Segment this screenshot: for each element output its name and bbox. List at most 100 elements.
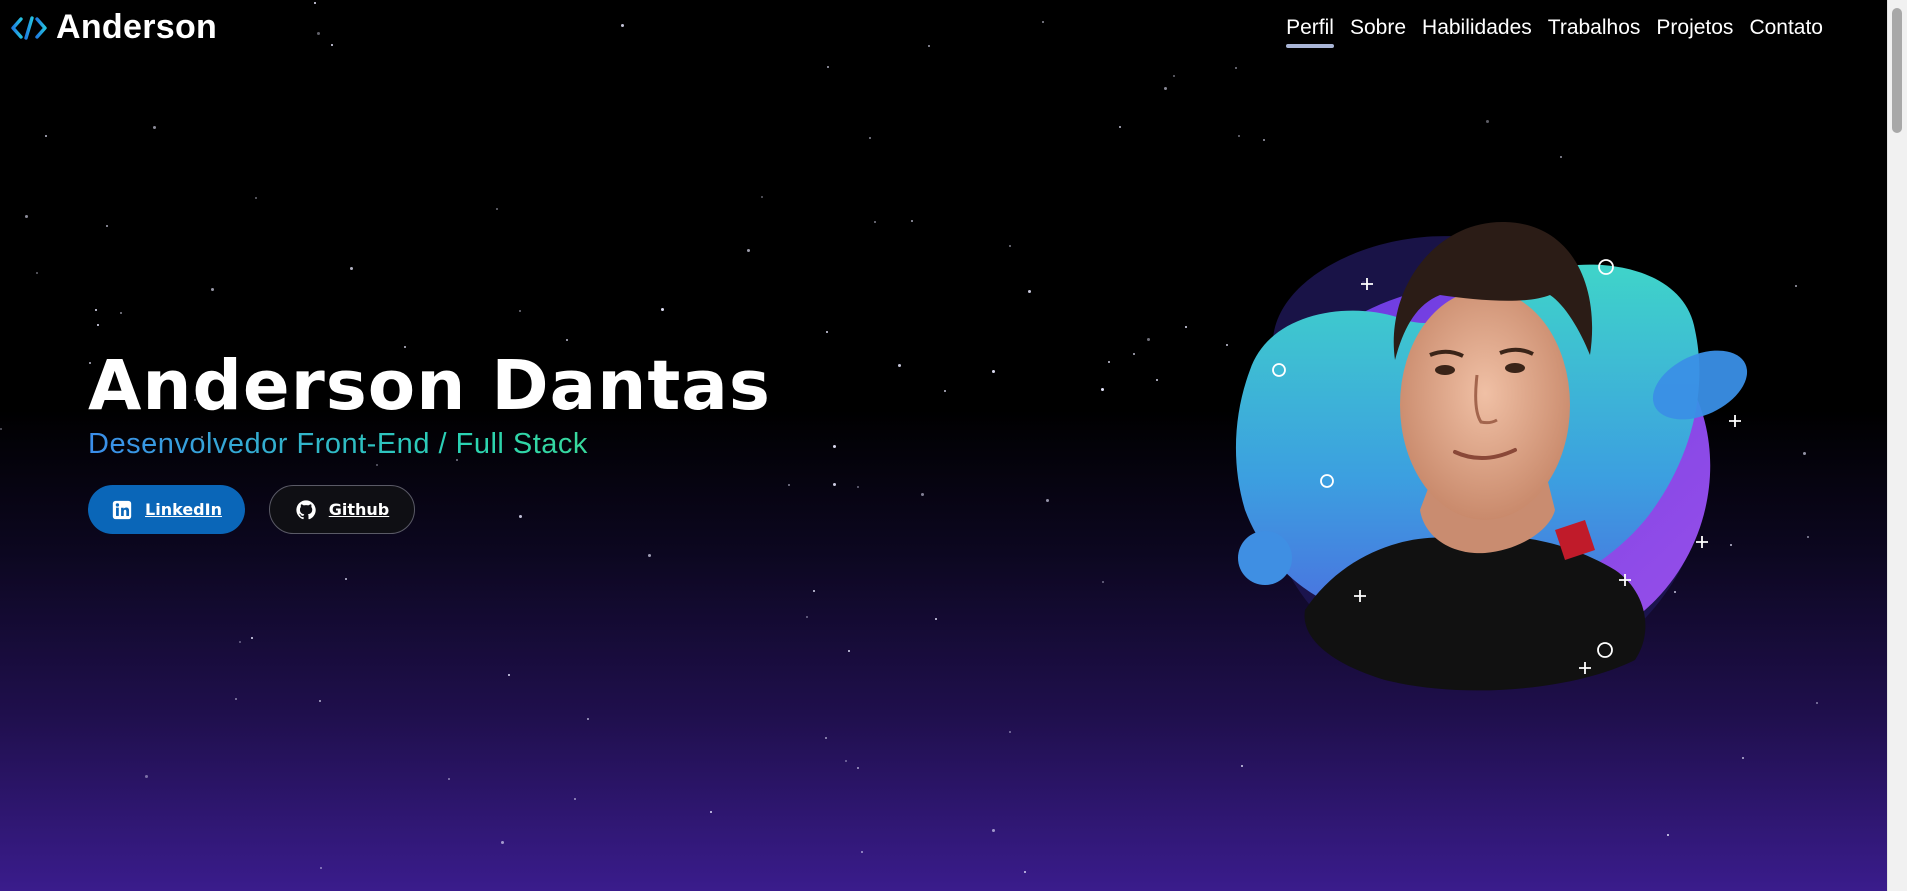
star-dot [153,126,156,129]
linkedin-button-label: LinkedIn [145,500,222,520]
star-dot [1816,702,1818,704]
star-dot [1024,871,1026,873]
main-menu: Perfil Sobre Habilidades Trabalhos Proje… [1286,16,1823,48]
profile-blob-art [1235,221,1748,691]
star-dot [833,445,836,448]
star-dot [145,775,148,778]
nav-link-habilidades[interactable]: Habilidades [1422,16,1532,48]
star-dot [747,249,750,252]
star-dot [1263,139,1265,141]
star-dot [1742,757,1744,759]
star-dot [992,370,995,373]
star-dot [1147,338,1150,341]
star-dot [97,324,99,326]
star-dot [106,225,108,227]
star-dot [251,637,253,639]
star-dot [848,650,850,652]
star-dot [1156,379,1158,381]
star-dot [1133,353,1135,355]
star-dot [1235,67,1237,69]
nav-link-perfil[interactable]: Perfil [1286,16,1334,48]
nav-link-contato[interactable]: Contato [1749,16,1823,48]
star-dot [1119,126,1121,128]
star-dot [1185,326,1187,328]
profile-illustration [1215,210,1760,710]
brand-name: Anderson [56,8,218,46]
star-dot [788,484,790,486]
star-dot [861,851,863,853]
star-dot [1241,765,1243,767]
github-button-label: Github [328,500,390,520]
star-dot [1009,245,1011,247]
star-dot [944,390,946,392]
star-dot [496,208,498,210]
star-dot [845,760,847,762]
star-dot [1108,361,1110,363]
star-dot [857,486,859,488]
brand-logo[interactable]: Anderson [10,8,217,47]
star-dot [761,196,763,198]
code-brackets-icon [11,15,47,40]
github-icon [296,500,316,520]
star-dot [661,308,664,311]
star-dot [857,767,859,769]
star-dot [1238,135,1240,137]
star-dot [320,867,322,869]
star-dot [826,331,828,333]
star-dot [827,66,829,68]
nav-link-trabalhos[interactable]: Trabalhos [1548,16,1641,48]
star-dot [519,310,521,312]
star-dot [120,312,122,314]
star-dot [45,135,47,137]
hero-name: Anderson Dantas [88,346,771,426]
star-dot [710,811,712,813]
star-dot [508,674,510,676]
scrollbar-thumb[interactable] [1892,8,1902,133]
star-dot [1803,452,1806,455]
star-dot [911,220,913,222]
star-dot [0,428,2,430]
star-dot [874,221,876,223]
star-dot [345,578,347,580]
top-navbar: Anderson Perfil Sobre Habilidades Trabal… [0,0,1888,60]
star-dot [1807,536,1809,538]
star-dot [648,554,651,557]
star-dot [898,364,901,367]
star-dot [1795,285,1797,287]
star-dot [992,829,995,832]
star-dot [239,641,241,643]
star-dot [1009,731,1011,733]
star-dot [350,267,353,270]
star-dot [806,616,808,618]
star-dot [587,718,589,720]
star-dot [1486,120,1489,123]
star-dot [935,618,937,620]
star-dot [1101,388,1104,391]
star-dot [255,197,257,199]
star-dot [1667,834,1669,836]
hero-section: Anderson Dantas Desenvolvedor Front-End … [88,346,771,535]
star-dot [833,483,836,486]
star-dot [501,841,504,844]
star-dot [574,798,576,800]
star-dot [211,288,214,291]
star-dot [1164,87,1167,90]
star-dot [869,137,871,139]
star-dot [448,778,450,780]
star-dot [1102,581,1104,583]
star-dot [921,493,924,496]
nav-link-projetos[interactable]: Projetos [1656,16,1733,48]
star-dot [1560,156,1562,158]
hero-subtitle: Desenvolvedor Front-End / Full Stack [88,428,771,461]
nav-link-sobre[interactable]: Sobre [1350,16,1406,48]
linkedin-button[interactable]: LinkedIn [88,485,245,535]
star-dot [825,737,827,739]
star-dot [1046,499,1049,502]
star-dot [319,700,321,702]
page-scrollbar[interactable] [1887,0,1907,891]
star-dot [813,590,815,592]
github-button[interactable]: Github [269,485,415,535]
star-dot [566,339,568,341]
star-dot [1028,290,1031,293]
star-dot [25,215,28,218]
